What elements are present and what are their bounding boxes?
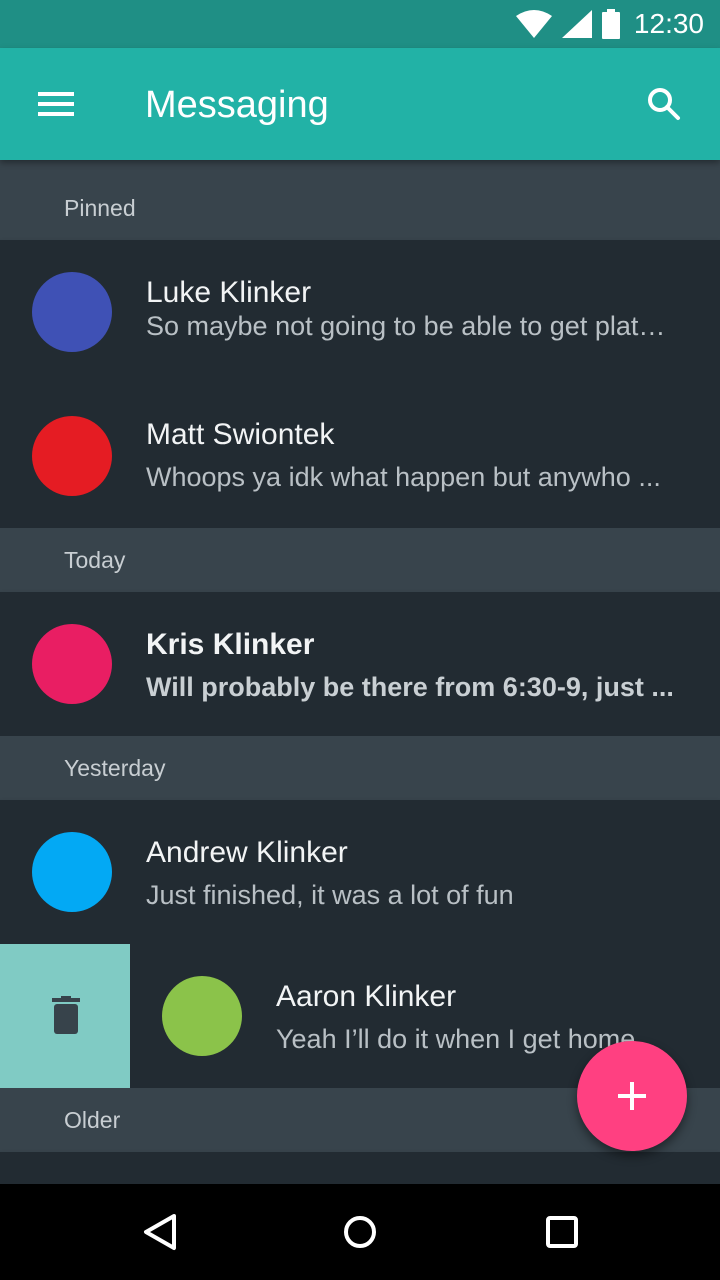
section-label: Older xyxy=(64,1107,121,1133)
message-snippet: Just finished, it was a lot of fun xyxy=(146,880,514,910)
new-message-button[interactable] xyxy=(577,1041,687,1151)
message-snippet: Whoops ya idk what happen but anywho ... xyxy=(146,462,661,492)
avatar xyxy=(32,832,112,912)
conversation-list[interactable]: Pinned Luke Klinker So maybe not going t… xyxy=(0,160,720,1184)
avatar xyxy=(32,624,112,704)
menu-button[interactable] xyxy=(24,80,88,128)
yesterday-card: Andrew Klinker Just finished, it was a l… xyxy=(0,800,720,944)
contact-name: Matt Swiontek xyxy=(146,418,335,451)
search-button[interactable] xyxy=(636,80,692,128)
conversation-item[interactable]: Luke Klinker So maybe not going to be ab… xyxy=(0,240,720,384)
status-bar: 12:30 xyxy=(0,0,720,48)
signal-icon xyxy=(561,10,592,38)
app-bar: Messaging xyxy=(0,48,720,160)
plus-icon xyxy=(618,1082,646,1110)
older-card xyxy=(0,1152,720,1184)
back-button[interactable] xyxy=(134,1206,186,1258)
message-snippet: So maybe not going to be able to get pla… xyxy=(146,311,666,341)
recents-icon xyxy=(546,1216,578,1248)
conversation-item[interactable]: Kris Klinker Will probably be there from… xyxy=(0,592,720,736)
contact-name: Andrew Klinker xyxy=(146,836,348,869)
conversation-item[interactable]: Andrew Klinker Just finished, it was a l… xyxy=(0,800,720,944)
section-label: Today xyxy=(64,547,126,573)
avatar xyxy=(32,272,112,352)
recents-button[interactable] xyxy=(536,1206,588,1258)
status-time: 12:30 xyxy=(633,8,704,39)
contact-name: Kris Klinker xyxy=(146,628,315,661)
menu-icon xyxy=(38,92,74,116)
section-label: Pinned xyxy=(64,195,136,221)
avatar xyxy=(32,416,112,496)
back-icon xyxy=(144,1214,176,1250)
trash-icon xyxy=(52,996,80,1034)
pinned-card: Luke Klinker So maybe not going to be ab… xyxy=(0,240,720,528)
section-header-pinned: Pinned xyxy=(0,160,720,240)
wifi-icon xyxy=(515,10,552,38)
contact-name: Luke Klinker xyxy=(146,276,312,309)
search-icon xyxy=(648,88,680,120)
navigation-bar xyxy=(0,1184,720,1280)
battery-icon xyxy=(601,9,620,39)
section-label: Yesterday xyxy=(64,755,166,781)
home-icon xyxy=(344,1216,376,1248)
home-button[interactable] xyxy=(334,1206,386,1258)
avatar xyxy=(162,976,242,1056)
section-header-yesterday: Yesterday xyxy=(0,736,720,800)
message-snippet: Will probably be there from 6:30-9, just… xyxy=(146,672,674,702)
delete-action[interactable] xyxy=(0,944,130,1088)
conversation-item[interactable]: Matt Swiontek Whoops ya idk what happen … xyxy=(0,384,720,528)
section-header-today: Today xyxy=(0,528,720,592)
today-card: Kris Klinker Will probably be there from… xyxy=(0,592,720,736)
page-title: Messaging xyxy=(145,84,329,126)
contact-name: Aaron Klinker xyxy=(276,980,457,1013)
